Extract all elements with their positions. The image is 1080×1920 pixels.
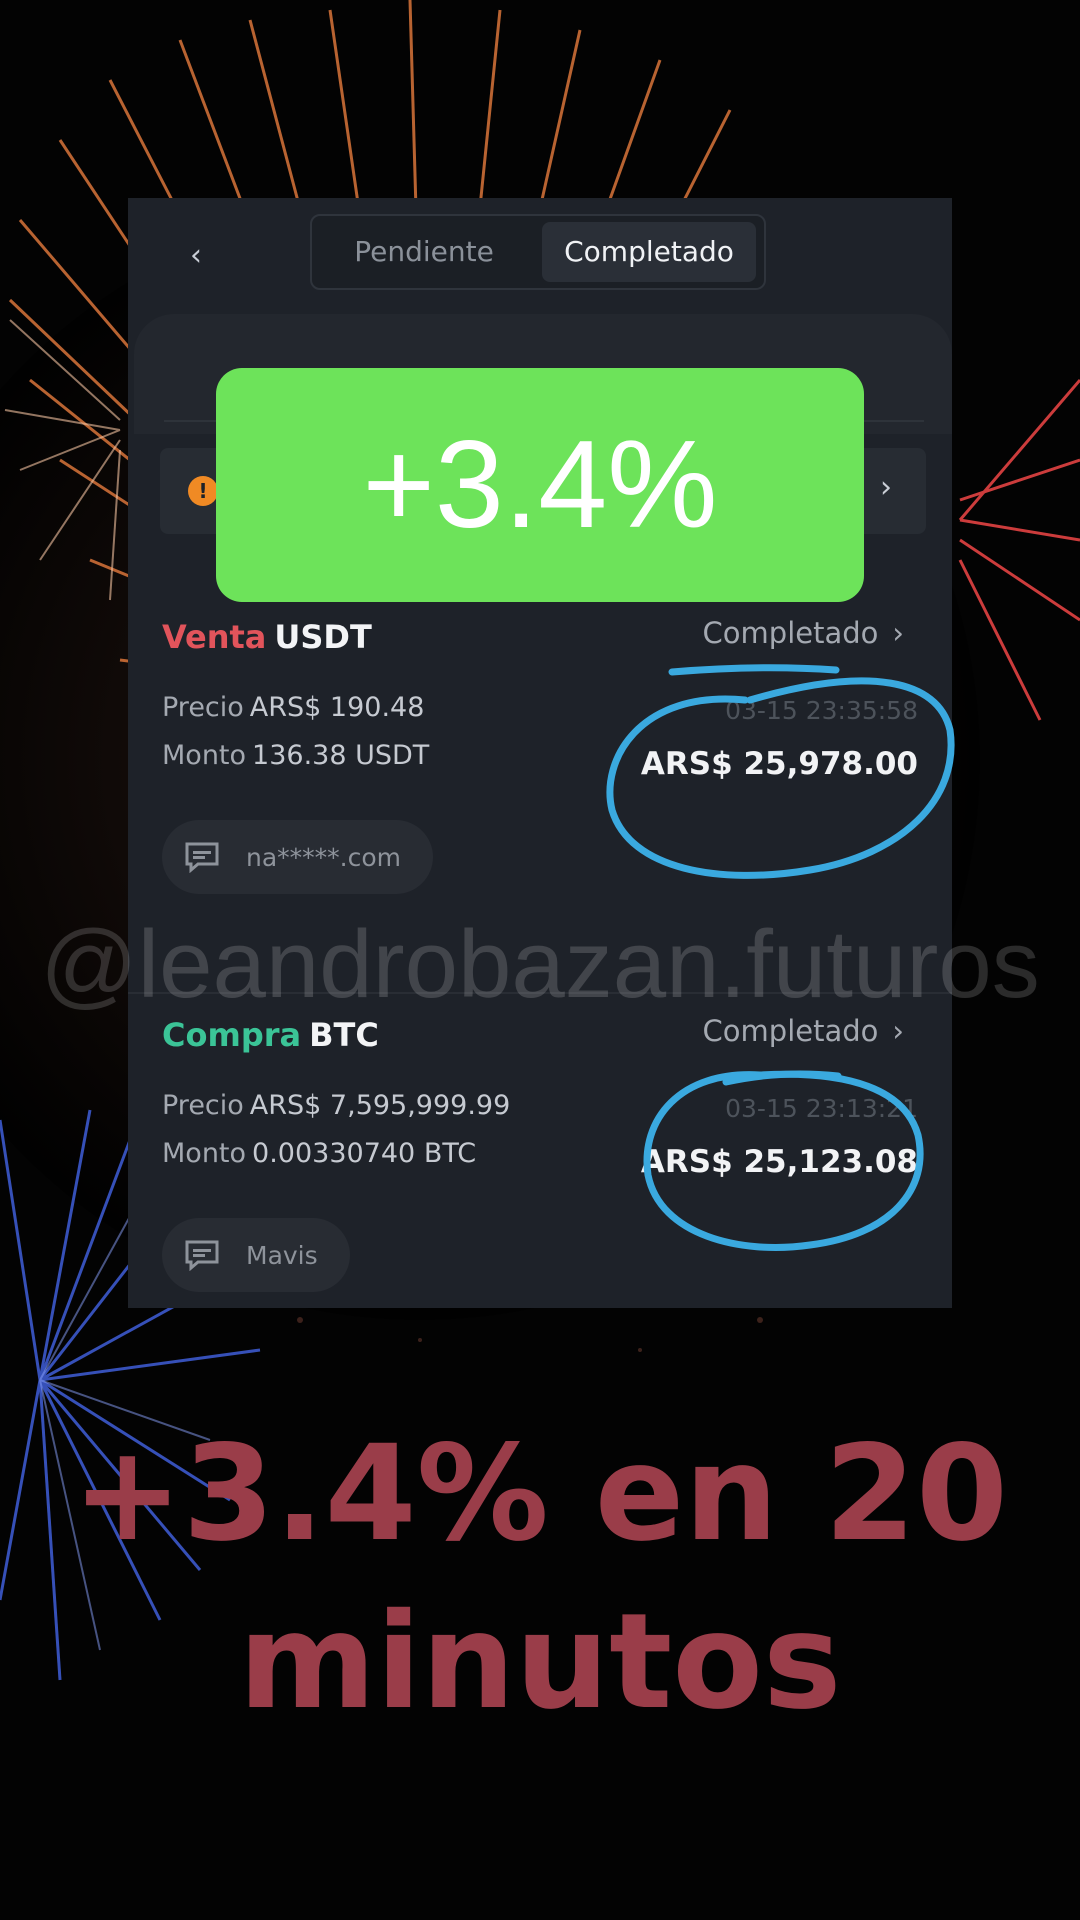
order-datetime: 03-15 23:35:58 xyxy=(725,696,918,725)
chat-icon xyxy=(185,842,219,873)
order-status-label: Completado xyxy=(702,616,879,650)
order-total: ARS$ 25,123.08 xyxy=(640,1144,918,1180)
order-side: Compra xyxy=(162,1016,302,1054)
back-icon[interactable]: ‹ xyxy=(178,238,214,274)
order-card[interactable]: Compra BTC Completado › Precio ARS$ 7,595,9… xyxy=(128,992,952,1308)
chat-icon xyxy=(185,1240,219,1271)
order-title: Compra BTC xyxy=(162,1016,379,1054)
chat-chip[interactable]: Mavis xyxy=(162,1218,350,1292)
chevron-right-icon: › xyxy=(880,470,892,505)
gain-badge: +3.4% xyxy=(216,368,864,602)
order-total: ARS$ 25,978.00 xyxy=(640,746,918,782)
tab-completado[interactable]: Completado xyxy=(542,222,756,282)
amount-label: Monto xyxy=(162,1138,247,1169)
order-asset: USDT xyxy=(274,618,372,656)
exchange-orders-screenshot: ‹ Pendiente Completado ! › Venta USDT Com… xyxy=(128,198,952,1308)
order-side: Venta xyxy=(162,618,267,656)
counterparty-name: na*****.com xyxy=(246,842,402,872)
price-row: Precio ARS$ 190.48 xyxy=(162,692,424,723)
order-asset: BTC xyxy=(309,1016,379,1054)
chevron-right-icon: › xyxy=(892,616,904,650)
caption-line-1: +3.4% en 20 xyxy=(72,1417,1008,1571)
order-status-toggle: Pendiente Completado xyxy=(310,214,766,290)
price-value: ARS$ 190.48 xyxy=(249,692,425,723)
chat-chip[interactable]: na*****.com xyxy=(162,820,434,894)
caption-line-2: minutos xyxy=(238,1585,842,1739)
amount-value: 136.38 USDT xyxy=(252,740,430,771)
amount-row: Monto 136.38 USDT xyxy=(162,740,429,771)
price-label: Precio xyxy=(162,1090,244,1121)
tab-pendiente[interactable]: Pendiente xyxy=(318,222,530,282)
price-row: Precio ARS$ 7,595,999.99 xyxy=(162,1090,510,1121)
caption: +3.4% en 20 minutos xyxy=(0,1410,1080,1746)
price-value: ARS$ 7,595,999.99 xyxy=(249,1090,511,1121)
amount-label: Monto xyxy=(162,740,247,771)
amount-row: Monto 0.00330740 BTC xyxy=(162,1138,476,1169)
counterparty-name: Mavis xyxy=(246,1240,318,1270)
order-title: Venta USDT xyxy=(162,618,372,656)
amount-value: 0.00330740 BTC xyxy=(252,1138,477,1169)
price-label: Precio xyxy=(162,692,244,723)
alert-icon: ! xyxy=(188,476,218,506)
watermark: @leandrobazan.futuros xyxy=(40,911,1040,1018)
order-datetime: 03-15 23:13:21 xyxy=(725,1094,918,1123)
order-status[interactable]: Completado › xyxy=(703,616,904,650)
